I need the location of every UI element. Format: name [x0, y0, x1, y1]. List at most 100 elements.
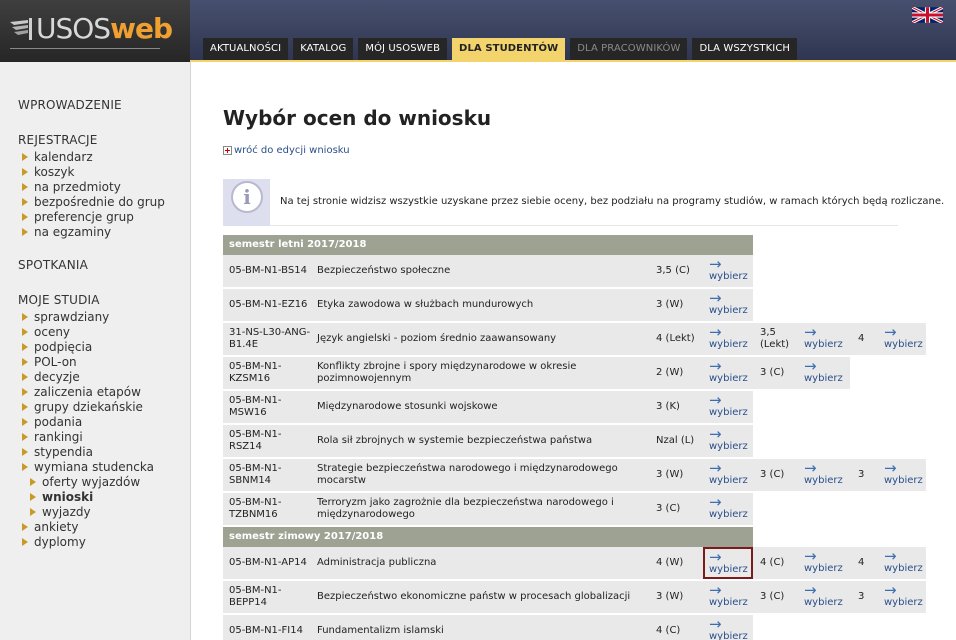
sidebar-item[interactable]: na egzaminy — [20, 225, 165, 240]
sidebar-item-label: stypendia — [34, 445, 93, 459]
sidebar-item[interactable]: wyjazdy — [20, 505, 154, 520]
select-grade-button[interactable]: → wybierz — [804, 325, 846, 354]
select-grade-button[interactable]: → wybierz — [884, 459, 926, 490]
sidebar-item[interactable]: dyplomy — [20, 535, 154, 550]
course-code: 05-BM-N1-FI14 — [229, 625, 303, 636]
select-grade-button[interactable]: → wybierz — [884, 581, 926, 612]
select-grade-button[interactable]: → wybierz — [709, 495, 751, 524]
grade-value: 3 (C) — [656, 503, 681, 514]
right-arrow-icon: → — [709, 548, 722, 566]
usosweb-logo[interactable]: USOSweb — [0, 0, 190, 62]
select-grade-button[interactable]: → wybierz — [709, 427, 751, 456]
table-row: 05-BM-N1-FI14 Fundamentalizm islamski 4 (C… — [223, 615, 926, 640]
table-row: 05-BM-N1-MSW16 Międzynarodowe stosunki wo… — [223, 391, 926, 425]
sidebar-item-label: ankiety — [34, 520, 79, 534]
sidebar-item[interactable]: koszyk — [20, 165, 165, 180]
sidebar-item[interactable]: oferty wyjazdów — [20, 475, 154, 490]
select-grade-button[interactable]: → wybierz — [709, 325, 751, 354]
sidebar-item[interactable]: kalendarz — [20, 150, 165, 165]
select-grade-label: wybierz — [709, 441, 748, 452]
sidebar-item-label: podpięcia — [34, 340, 93, 354]
arrow-bullet-icon — [22, 313, 28, 321]
sidebar-item[interactable]: grupy dziekańskie — [20, 400, 154, 415]
select-grade-label: wybierz — [709, 597, 748, 608]
sidebar-item-label: wnioski — [42, 490, 94, 504]
logo-underline — [10, 48, 160, 49]
sidebar-section-2[interactable]: REJESTRACJE — [18, 133, 98, 147]
arrow-bullet-icon — [22, 388, 28, 396]
arrow-bullet-icon — [22, 418, 28, 426]
nav-tab-dla-wszystkich[interactable]: DLA WSZYSTKICH — [692, 38, 798, 60]
sidebar-item[interactable]: na przedmioty — [20, 180, 165, 195]
info-glyph: i — [243, 185, 251, 209]
select-grade-button[interactable]: → wybierz — [703, 547, 753, 579]
nav-tab-dla-studentów[interactable]: DLA STUDENTÓW — [452, 38, 566, 60]
select-grade-button[interactable]: → wybierz — [804, 359, 846, 388]
top-header: USOSweb AKTUALNOŚCI KATALOG MÓJ USOSWEB DLA… — [0, 0, 956, 62]
grade-value: 3 (C) — [760, 469, 785, 480]
sidebar-item[interactable]: preferencje grup — [20, 210, 165, 225]
sidebar-item-label: oceny — [34, 325, 71, 339]
sidebar-item[interactable]: stypendia — [20, 445, 154, 460]
select-grade-button[interactable]: → wybierz — [709, 617, 751, 640]
sidebar-item[interactable]: sprawdziany — [20, 310, 154, 325]
sidebar-section-1[interactable]: WPROWADZENIE — [18, 98, 122, 112]
sidebar-item[interactable]: rankingi — [20, 430, 154, 445]
nav-tab-aktualności[interactable]: AKTUALNOŚCI — [203, 38, 289, 60]
sidebar-item[interactable]: ankiety — [20, 520, 154, 535]
sidebar-item-label: wyjazdy — [42, 505, 91, 519]
expand-plus-icon — [223, 146, 232, 155]
right-arrow-icon: → — [884, 459, 897, 477]
right-arrow-icon: → — [804, 581, 817, 599]
table-row: 05-BM-N1-AP14 Administracja publiczna 4 (W… — [223, 547, 926, 581]
uk-flag-icon[interactable] — [912, 7, 943, 23]
select-grade-button[interactable]: → wybierz — [804, 461, 846, 490]
sidebar-list-2: kalendarz koszyk na przedmioty bezpośrednie… — [20, 150, 165, 240]
select-grade-button[interactable]: → wybierz — [709, 461, 751, 490]
arrow-bullet-icon — [22, 213, 28, 221]
grade-value: 3 (K) — [656, 401, 680, 412]
sidebar-item[interactable]: POL-on — [20, 355, 154, 370]
select-grade-button[interactable]: → wybierz — [709, 257, 751, 286]
grade-value: 3,5 (C) — [656, 265, 690, 276]
sidebar-item-label: podania — [34, 415, 83, 429]
sidebar-item[interactable]: wnioski — [20, 490, 154, 505]
course-name: Bezpieczeństwo ekonomiczne państw w proc… — [317, 591, 631, 602]
arrow-bullet-icon — [22, 168, 28, 176]
table-row: 31-NS-L30-ANG-B1.4E Język angielski - poz… — [223, 323, 926, 357]
sidebar-section-4[interactable]: MOJE STUDIA — [18, 293, 100, 307]
arrow-bullet-icon — [22, 358, 28, 366]
sidebar-item[interactable]: podpięcia — [20, 340, 154, 355]
select-grade-button[interactable]: → wybierz — [709, 291, 751, 320]
course-name: Bezpieczeństwo społeczne — [317, 265, 451, 276]
select-grade-button[interactable]: → wybierz — [709, 393, 751, 422]
nav-tab-dla-pracowników[interactable]: DLA PRACOWNIKÓW — [570, 38, 688, 60]
course-name: Konflikty zbrojne i spory międzynarodowe… — [317, 361, 577, 384]
arrow-bullet-icon — [30, 478, 36, 486]
sidebar-item[interactable]: oceny — [20, 325, 154, 340]
select-grade-button[interactable]: → wybierz — [884, 549, 926, 578]
semester-header: semestr zimowy 2017/2018 — [223, 527, 753, 547]
select-grade-label: wybierz — [884, 339, 923, 350]
course-code: 05-BM-N1-RSZ14 — [229, 429, 282, 452]
select-grade-button[interactable]: → wybierz — [804, 549, 846, 578]
sidebar-item[interactable]: podania — [20, 415, 154, 430]
sidebar-item-label: rankingi — [34, 430, 83, 444]
course-name: Międzynarodowe stosunki wojskowe — [317, 401, 498, 412]
back-to-application-link[interactable]: wróć do edycji wniosku — [223, 145, 350, 156]
select-grade-button[interactable]: → wybierz — [884, 325, 926, 354]
sidebar-section-3[interactable]: SPOTKANIA — [18, 258, 88, 272]
select-grade-button[interactable]: → wybierz — [709, 583, 751, 612]
sidebar-item[interactable]: bezpośrednie do grup — [20, 195, 165, 210]
sidebar-item[interactable]: zaliczenia etapów — [20, 385, 154, 400]
course-name: Fundamentalizm islamski — [317, 625, 444, 636]
sidebar-item[interactable]: decyzje — [20, 370, 154, 385]
sidebar-item-label: decyzje — [34, 370, 80, 384]
right-arrow-icon: → — [884, 581, 897, 599]
select-grade-button[interactable]: → wybierz — [804, 581, 846, 612]
sidebar-item[interactable]: wymiana studencka — [20, 460, 154, 475]
select-grade-button[interactable]: → wybierz — [709, 359, 751, 388]
course-code: 05-BM-N1-SBNM14 — [229, 463, 282, 486]
nav-tab-katalog[interactable]: KATALOG — [293, 38, 354, 60]
nav-tab-mój-usosweb[interactable]: MÓJ USOSWEB — [358, 38, 448, 60]
